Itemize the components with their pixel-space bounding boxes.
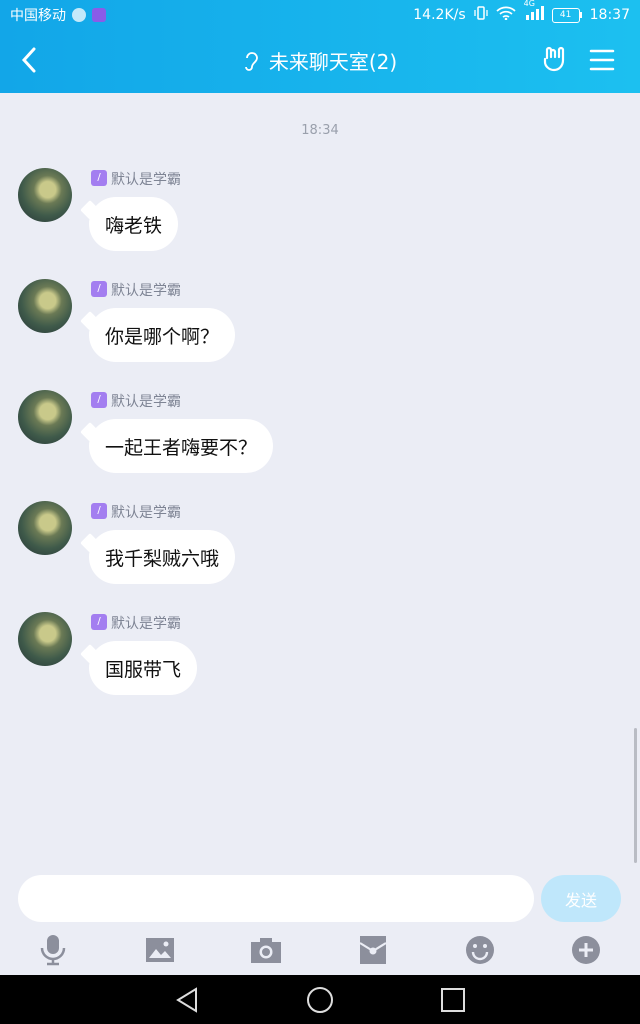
message-bubble[interactable]: 你是哪个啊？ [89,308,236,362]
avatar[interactable] [18,168,72,222]
vibrate-icon [473,6,488,24]
status-bar: 中国移动 14.2K/s 4G 41 18:37 [0,0,640,28]
message-item: / 默认是学霸 我千梨贼六哦 [18,501,618,601]
message-text: 国服带飞 [105,658,182,681]
nav-home-button[interactable] [305,985,335,1015]
status-right: 14.2K/s 4G 41 18:37 [413,0,630,25]
image-icon [146,938,174,962]
avatar[interactable] [18,279,72,333]
avatar[interactable] [18,612,72,666]
message-item: / 默认是学霸 你是哪个啊？ [18,279,618,379]
composer: 发送 [0,863,640,975]
plus-icon [572,936,600,964]
message-text: 你是哪个啊？ [105,325,220,348]
avatar[interactable] [18,501,72,555]
emoji-icon [466,936,494,964]
square-recents-icon [441,988,465,1012]
app-notification-icon [72,8,86,22]
camera-button[interactable] [248,932,284,968]
status-left: 中国移动 [10,5,106,25]
message-bubble[interactable]: 国服带飞 [89,641,198,695]
message-list[interactable]: 18:34 / 默认是学霸 嗨老铁 / 默认是学霸 你是哪个啊？ / 默认是学霸… [0,93,640,863]
voice-button[interactable] [35,932,71,968]
message-text: 我千梨贼六哦 [105,547,220,570]
signal-icon: 4G [524,0,544,25]
hand-gesture-button[interactable] [540,44,570,74]
page-title: 未来聊天室(2) [268,50,398,74]
hamburger-icon [589,49,615,71]
red-packet-button[interactable] [355,932,391,968]
camera-icon [251,938,281,963]
avatar[interactable] [18,390,72,444]
clock: 18:37 [589,7,630,23]
signal-type-label: 4G [523,0,535,8]
member-tag: / [91,614,107,630]
sender-name: 默认是学霸 [111,616,181,632]
message-text: 一起王者嗨要不？ [105,436,258,459]
nav-back-button[interactable] [172,985,202,1015]
battery-icon: 41 [551,7,582,23]
message-bubble[interactable]: 一起王者嗨要不？ [89,419,274,473]
chat-header: 未来聊天室(2) [0,28,640,93]
hand-gesture-icon [543,46,565,72]
microphone-icon [40,935,66,966]
chat-scrollbar[interactable] [634,728,637,863]
message-input[interactable] [18,875,534,922]
member-tag: / [91,503,107,519]
member-tag: / [91,170,107,186]
nav-recents-button[interactable] [438,985,468,1015]
more-button[interactable] [568,932,604,968]
message-item: / 默认是学霸 一起王者嗨要不？ [18,390,618,490]
message-item: / 默认是学霸 嗨老铁 [18,168,618,268]
image-button[interactable] [142,932,178,968]
sender-name: 默认是学霸 [111,505,181,521]
sender-name: 默认是学霸 [111,283,181,299]
carrier-label: 中国移动 [10,8,66,24]
wifi-icon [496,6,516,24]
red-packet-icon [359,936,387,964]
battery-level: 41 [551,7,580,23]
message-item: / 默认是学霸 国服带飞 [18,612,618,712]
send-button[interactable]: 发送 [541,875,621,922]
send-button-label: 发送 [564,890,597,910]
composer-toolbar [0,932,640,970]
emoji-button[interactable] [462,932,498,968]
message-bubble[interactable]: 我千梨贼六哦 [89,530,236,584]
member-tag: / [91,392,107,408]
ear-icon [244,51,258,71]
gallery-notification-icon [92,8,106,22]
sender-name: 默认是学霸 [111,394,181,410]
message-bubble[interactable]: 嗨老铁 [89,197,179,251]
system-navigation-bar [0,975,640,1024]
circle-home-icon [307,987,333,1013]
message-timestamp: 18:34 [301,123,339,138]
message-text: 嗨老铁 [105,214,163,237]
triangle-back-icon [176,987,197,1013]
member-tag: / [91,281,107,297]
sender-name: 默认是学霸 [111,172,181,188]
network-speed: 14.2K/s [413,7,466,23]
menu-button[interactable] [588,46,616,74]
